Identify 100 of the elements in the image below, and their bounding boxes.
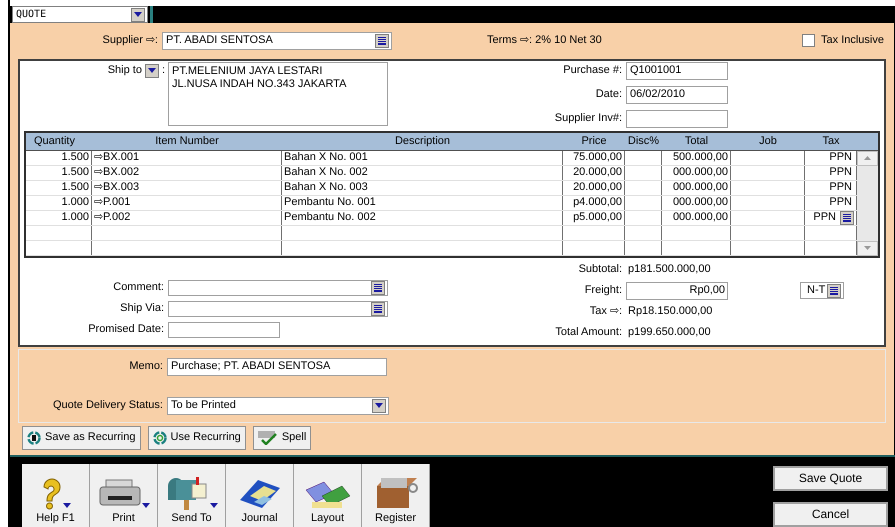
toolbar-button[interactable]: Register <box>362 464 430 527</box>
dropdown-button[interactable] <box>372 398 386 413</box>
mailbox-icon <box>166 476 210 510</box>
delivery-status-label: Quote Delivery Status: <box>52 399 164 412</box>
total-label: Subtotal: <box>578 263 623 276</box>
menu-arrow-icon <box>210 503 218 508</box>
toolbar-button[interactable]: Print <box>90 464 158 527</box>
table-cell-text: 1.500 <box>60 151 90 164</box>
memo-field[interactable]: Purchase; PT. ABADI SENTOSA <box>167 358 387 376</box>
list-button[interactable] <box>371 280 385 295</box>
form-type-dropdown[interactable]: QUOTE <box>12 6 148 23</box>
column-header: Tax <box>821 134 841 149</box>
table-cell-text: 20.000,00 <box>572 166 623 180</box>
column-header: Description <box>394 134 452 149</box>
caret-icon <box>375 403 383 408</box>
caret-icon <box>148 68 156 74</box>
table-cell-text: 1.000 <box>60 196 90 210</box>
ship-to-label: Ship to <box>108 64 142 77</box>
freight-field[interactable]: Rp0,00 <box>626 282 728 300</box>
field-label: Ship Via: <box>119 302 165 316</box>
dialog-button[interactable]: Cancel <box>773 502 888 527</box>
tax-code-button[interactable] <box>840 210 854 225</box>
column-header: Total <box>684 134 710 149</box>
total-label: Total Amount: <box>554 326 623 340</box>
toolbar-button[interactable]: Layout <box>294 464 362 527</box>
action-button[interactable]: Save as Recurring <box>22 426 140 450</box>
scrollbar[interactable] <box>857 150 878 256</box>
total-label: Freight: <box>584 284 623 298</box>
column-header: Job <box>758 134 778 149</box>
table-cell-text: ⇨BX.001 <box>93 151 140 164</box>
toolbar-button[interactable]: Journal <box>226 464 294 527</box>
terms-text: Terms ⇨: 2% 10 Net 30 <box>487 34 602 48</box>
table-cell-text: 000.000,00 <box>672 211 729 224</box>
table-cell-text: 000.000,00 <box>672 181 729 194</box>
header-field[interactable]: Q1001001 <box>626 62 728 80</box>
table-cell-text: p5.000,00 <box>572 211 623 224</box>
memo-label: Memo: <box>128 360 164 374</box>
total-value: p181.500.000,00 <box>627 263 712 276</box>
table-cell-text: ⇨BX.003 <box>93 181 140 194</box>
table-cell-text: ⇨P.002 <box>93 211 132 224</box>
caret-icon <box>134 12 142 18</box>
dropdown-button[interactable] <box>144 64 159 78</box>
tax-code-field[interactable]: N-T <box>800 282 844 300</box>
table-cell-text: 000.000,00 <box>672 196 729 210</box>
recurring-icon <box>27 430 41 445</box>
tax-inclusive-checkbox[interactable] <box>802 34 816 48</box>
ship-to-colon: : <box>162 64 165 77</box>
header-field-label: Date: <box>594 88 623 102</box>
combo-field[interactable] <box>168 280 388 296</box>
column-header: Disc% <box>626 134 660 149</box>
menu-arrow-icon <box>142 503 150 508</box>
list-button[interactable] <box>827 284 841 298</box>
table-cell-text: 500.000,00 <box>672 151 729 164</box>
total-value: p199.650.000,00 <box>627 326 712 340</box>
header-field[interactable] <box>626 110 728 128</box>
ship-to-address-field[interactable]: PT.MELENIUM JAYA LESTARI JL.NUSA INDAH NO.343 JAKARTA <box>168 62 388 126</box>
toolbar-button[interactable]: Help F1 <box>22 464 90 527</box>
column-header: Quantity <box>33 134 76 149</box>
table-cell-text: ⇨P.001 <box>93 196 132 210</box>
header-field[interactable]: 06/02/2010 <box>626 86 728 104</box>
tax-inclusive-label: Tax Inclusive <box>821 34 884 48</box>
supplier-label: Supplier ⇨: <box>102 34 159 48</box>
table-cell-text: 1.500 <box>60 166 90 180</box>
table-cell-text: ⇨BX.002 <box>93 166 140 180</box>
input-field[interactable] <box>168 322 280 338</box>
column-header: Item Number <box>154 134 220 149</box>
table-cell-text: Pembantu No. 002 <box>283 211 377 224</box>
dropdown-button[interactable] <box>131 8 145 22</box>
supplier-field[interactable]: PT. ABADI SENTOSA <box>162 32 392 50</box>
delivery-status-dropdown[interactable]: To be Printed <box>167 396 389 415</box>
table-cell-text: 1.500 <box>60 181 90 194</box>
field-label: Comment: <box>112 281 165 294</box>
action-button[interactable]: Spell <box>252 426 312 450</box>
list-button[interactable] <box>375 34 389 48</box>
recurring-icon <box>152 430 166 445</box>
table-cell-text: PPN <box>828 196 853 210</box>
field-label: Promised Date: <box>87 323 165 336</box>
header-field-label: Supplier Inv#: <box>554 112 623 126</box>
column-header: Price <box>580 134 608 149</box>
table-cell-text: PPN <box>828 181 853 194</box>
list-button[interactable] <box>371 302 385 316</box>
table-cell-text: 75.000,00 <box>572 151 623 164</box>
table-cell-text: 1.000 <box>60 211 90 224</box>
total-value: Rp18.150.000,00 <box>627 305 714 318</box>
table-cell-text: p4.000,00 <box>572 196 623 210</box>
spell-check-icon <box>258 430 278 445</box>
header-field-label: Purchase #: <box>562 64 623 78</box>
total-label: Tax ⇨: <box>588 305 623 318</box>
scroll-down-icon <box>864 246 871 250</box>
question-mark-icon <box>40 478 62 510</box>
menu-arrow-icon <box>62 503 70 508</box>
scroll-up-icon <box>864 156 871 160</box>
action-button[interactable]: Use Recurring <box>148 426 246 450</box>
table-cell-text: PPN <box>812 211 837 224</box>
table-cell-text: Bahan X No. 001 <box>283 151 369 164</box>
table-cell-text: 000.000,00 <box>672 166 729 180</box>
combo-field[interactable] <box>168 300 388 317</box>
table-cell-text: 20.000,00 <box>572 181 623 194</box>
toolbar-button[interactable]: Send To <box>158 464 226 527</box>
dialog-button[interactable]: Save Quote <box>773 466 888 491</box>
